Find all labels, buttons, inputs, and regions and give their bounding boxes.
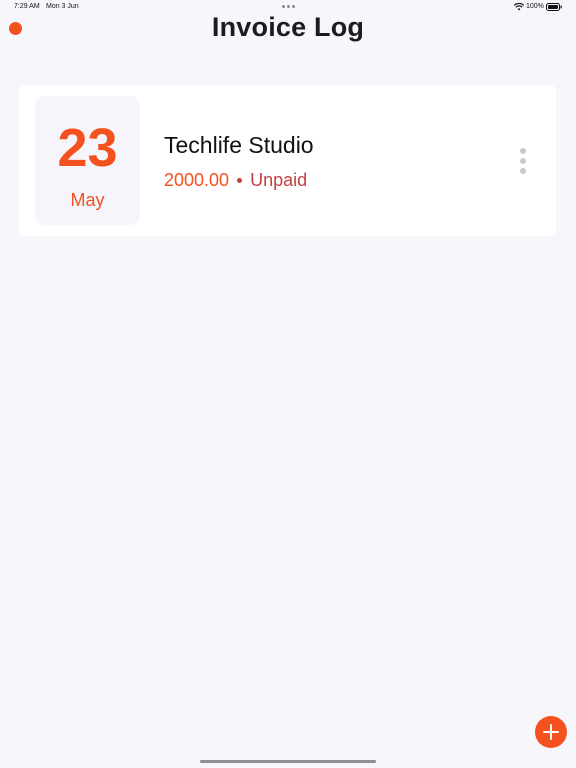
status-time: 7:29 AM xyxy=(14,3,40,10)
invoice-month: May xyxy=(70,190,105,210)
invoice-amount: 2000.00 xyxy=(164,170,230,190)
invoice-status: Unpaid xyxy=(250,170,308,190)
battery-icon xyxy=(546,3,562,11)
add-invoice-button[interactable] xyxy=(535,716,567,748)
page-title: Invoice Log xyxy=(211,12,365,42)
battery-percentage: 100% xyxy=(526,3,544,10)
invoice-date-box: 23 May xyxy=(35,96,140,225)
multitasking-dots-icon[interactable] xyxy=(282,5,295,8)
invoice-meta: 2000.00 Unpaid xyxy=(164,170,307,191)
more-vertical-icon[interactable] xyxy=(519,148,527,174)
status-date: Mon 3 Jun xyxy=(46,3,79,10)
wifi-icon xyxy=(514,3,524,11)
bullet-separator xyxy=(237,178,243,183)
home-indicator[interactable] xyxy=(200,760,376,763)
invoice-client-name: Techlife Studio xyxy=(164,132,314,158)
plus-icon xyxy=(543,724,559,740)
invoice-day: 23 xyxy=(57,118,118,178)
invoice-card[interactable]: 23 May Techlife Studio 2000.00 Unpaid xyxy=(19,85,556,236)
